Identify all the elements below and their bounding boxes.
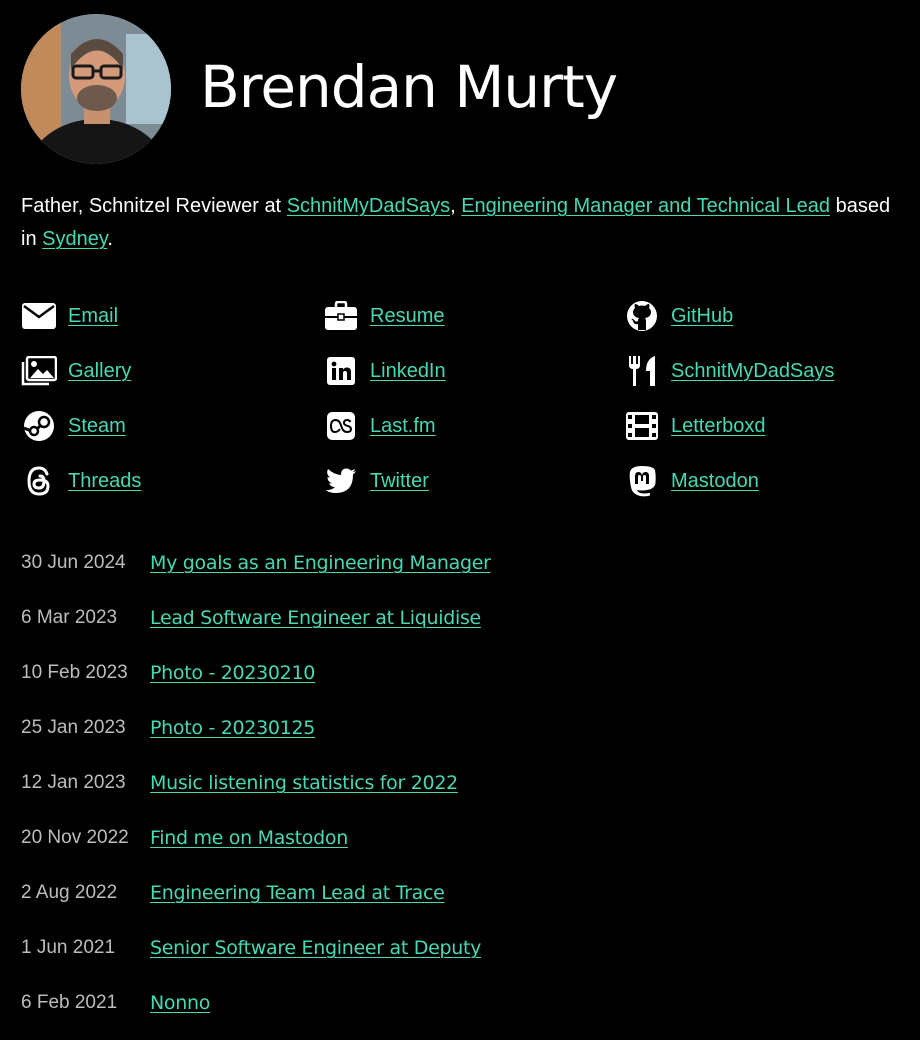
link-label[interactable]: Letterboxd: [671, 415, 766, 438]
link-label[interactable]: SchnitMyDadSays: [671, 360, 834, 383]
mastodon-icon: [624, 463, 660, 499]
bio-link-sydney[interactable]: Sydney: [42, 228, 107, 250]
link-twitter[interactable]: Twitter: [323, 463, 624, 499]
list-item: 12 Jan 2023 Music listening statistics f…: [21, 765, 491, 801]
list-item: 1 Jun 2021 Senior Software Engineer at D…: [21, 930, 491, 966]
list-item: 10 Feb 2023 Photo - 20230210: [21, 655, 491, 691]
steam-icon: [21, 408, 57, 444]
github-icon: [624, 298, 660, 334]
post-title-link[interactable]: Photo - 20230210: [150, 662, 315, 684]
post-date: 2 Aug 2022: [21, 882, 118, 903]
images-icon: [21, 353, 57, 389]
link-label[interactable]: Email: [68, 305, 118, 328]
briefcase-icon: [323, 298, 359, 334]
post-date: 12 Jan 2023: [21, 772, 126, 793]
link-label[interactable]: Mastodon: [671, 470, 759, 493]
link-linkedin[interactable]: LinkedIn: [323, 353, 624, 389]
post-date: 30 Jun 2024: [21, 552, 126, 573]
link-mastodon[interactable]: Mastodon: [624, 463, 901, 499]
envelope-icon: [21, 298, 57, 334]
link-label[interactable]: Twitter: [370, 470, 429, 493]
bio-link-schnitmydadsays[interactable]: SchnitMyDadSays: [287, 195, 450, 217]
post-title-link[interactable]: My goals as an Engineering Manager: [150, 552, 491, 574]
post-title-link[interactable]: Engineering Team Lead at Trace: [150, 882, 445, 904]
bio-link-engineering-manager[interactable]: Engineering Manager and Technical Lead: [461, 195, 830, 217]
link-threads[interactable]: Threads: [21, 463, 323, 499]
link-label[interactable]: Last.fm: [370, 415, 436, 438]
post-date: 6 Mar 2023: [21, 607, 118, 628]
link-label[interactable]: LinkedIn: [370, 360, 446, 383]
post-date: 25 Jan 2023: [21, 717, 126, 738]
post-date: 6 Feb 2021: [21, 992, 118, 1013]
lastfm-icon: [323, 408, 359, 444]
film-icon: [624, 408, 660, 444]
link-label[interactable]: GitHub: [671, 305, 733, 328]
link-resume[interactable]: Resume: [323, 298, 624, 334]
avatar-photo: [21, 14, 171, 164]
post-title-link[interactable]: Nonno: [150, 992, 210, 1014]
bio-text: Father, Schnitzel Reviewer at: [21, 195, 287, 217]
post-title-link[interactable]: Music listening statistics for 2022: [150, 772, 458, 794]
list-item: 6 Mar 2023 Lead Software Engineer at Liq…: [21, 600, 491, 636]
post-date: 10 Feb 2023: [21, 662, 128, 683]
link-label[interactable]: Steam: [68, 415, 126, 438]
list-item: 20 Nov 2022 Find me on Mastodon: [21, 820, 491, 856]
post-title-link[interactable]: Photo - 20230125: [150, 717, 315, 739]
list-item: 2 Aug 2022 Engineering Team Lead at Trac…: [21, 875, 491, 911]
linkedin-icon: [323, 353, 359, 389]
link-label[interactable]: Gallery: [68, 360, 131, 383]
post-title-link[interactable]: Lead Software Engineer at Liquidise: [150, 607, 481, 629]
link-label[interactable]: Resume: [370, 305, 444, 328]
link-email[interactable]: Email: [21, 298, 323, 334]
list-item: 30 Jun 2024 My goals as an Engineering M…: [21, 545, 491, 581]
threads-icon: [21, 463, 57, 499]
list-item: 6 Feb 2021 Nonno: [21, 985, 491, 1021]
link-github[interactable]: GitHub: [624, 298, 901, 334]
post-title-link[interactable]: Find me on Mastodon: [150, 827, 348, 849]
post-title-link[interactable]: Senior Software Engineer at Deputy: [150, 937, 481, 959]
link-letterboxd[interactable]: Letterboxd: [624, 408, 901, 444]
avatar: [21, 14, 171, 164]
utensils-icon: [624, 353, 660, 389]
link-schnitmydadsays[interactable]: SchnitMyDadSays: [624, 353, 901, 389]
bio-text: ,: [450, 195, 462, 217]
twitter-icon: [323, 463, 359, 499]
link-label[interactable]: Threads: [68, 470, 141, 493]
page-title: Brendan Murty: [200, 53, 618, 121]
link-gallery[interactable]: Gallery: [21, 353, 323, 389]
profile-header: Brendan Murty: [21, 14, 618, 164]
social-links: Email Resume GitHub Gallery LinkedIn Sch…: [21, 298, 901, 499]
post-date: 1 Jun 2021: [21, 937, 116, 958]
bio-text: .: [107, 228, 113, 250]
list-item: 25 Jan 2023 Photo - 20230125: [21, 710, 491, 746]
post-list: 30 Jun 2024 My goals as an Engineering M…: [21, 545, 491, 1040]
link-lastfm[interactable]: Last.fm: [323, 408, 624, 444]
bio: Father, Schnitzel Reviewer at SchnitMyDa…: [21, 190, 906, 256]
link-steam[interactable]: Steam: [21, 408, 323, 444]
post-date: 20 Nov 2022: [21, 827, 129, 848]
